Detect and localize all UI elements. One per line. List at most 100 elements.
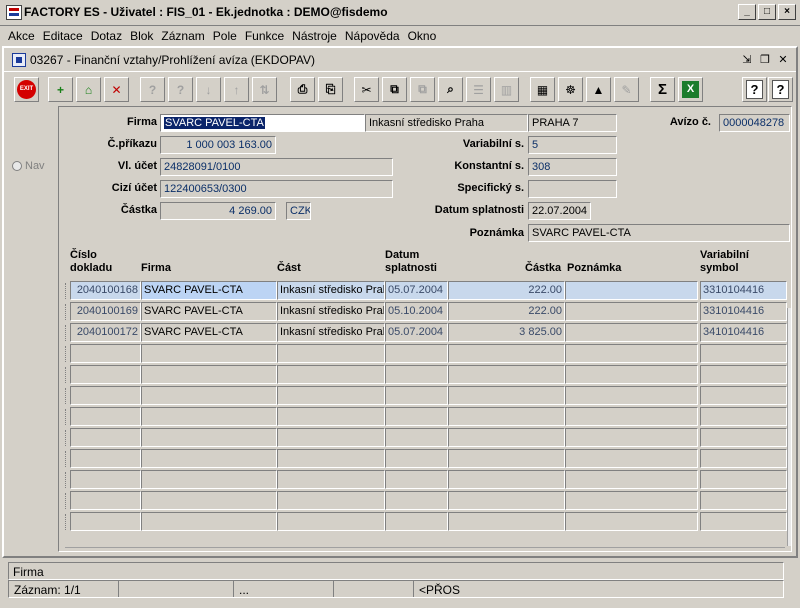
sort-asc-button[interactable]: ↓ — [196, 77, 221, 102]
cell-castka[interactable] — [448, 491, 565, 510]
cell-varsym[interactable]: 3410104416 — [700, 323, 787, 342]
excel-export-button[interactable]: X — [678, 77, 703, 102]
cell-cast[interactable]: Inkasní středisko Prah — [277, 302, 385, 321]
mesto-field[interactable]: PRAHA 7 — [528, 114, 617, 132]
sort-multi-button[interactable]: ⇅ — [252, 77, 277, 102]
cell-varsym[interactable] — [700, 386, 787, 405]
cell-cast[interactable] — [277, 386, 385, 405]
cell-doklad[interactable] — [70, 449, 141, 468]
cell-poznamka[interactable] — [565, 491, 698, 510]
print-preview-button[interactable]: ⎘ — [318, 77, 343, 102]
cell-poznamka[interactable] — [565, 302, 698, 321]
cell-datum[interactable] — [385, 407, 448, 426]
cell-firma[interactable] — [141, 449, 277, 468]
cell-doklad[interactable]: 2040100168 — [70, 281, 141, 300]
sort-desc-button[interactable]: ↑ — [224, 77, 249, 102]
cell-varsym[interactable] — [700, 449, 787, 468]
cell-cast[interactable] — [277, 407, 385, 426]
menu-zaznam[interactable]: Záznam — [157, 26, 208, 46]
cell-datum[interactable] — [385, 386, 448, 405]
cell-varsym[interactable] — [700, 344, 787, 363]
cell-datum[interactable] — [385, 512, 448, 531]
cell-castka[interactable]: 222.00 — [448, 302, 565, 321]
cell-datum[interactable]: 05.07.2004 — [385, 281, 448, 300]
cell-castka[interactable] — [448, 449, 565, 468]
cell-varsym[interactable]: 3310104416 — [700, 302, 787, 321]
cell-datum[interactable] — [385, 491, 448, 510]
cell-poznamka[interactable] — [565, 344, 698, 363]
cell-poznamka[interactable] — [565, 323, 698, 342]
minimize-button[interactable]: _ — [738, 4, 756, 20]
columns-button[interactable]: ▥ — [494, 77, 519, 102]
cell-doklad[interactable] — [70, 386, 141, 405]
cell-varsym[interactable] — [700, 428, 787, 447]
cell-poznamka[interactable] — [565, 281, 698, 300]
query-execute-button[interactable]: ? — [168, 77, 193, 102]
cell-doklad[interactable] — [70, 344, 141, 363]
cell-doklad[interactable]: 2040100169 — [70, 302, 141, 321]
cell-datum[interactable] — [385, 365, 448, 384]
cell-poznamka[interactable] — [565, 512, 698, 531]
save-button[interactable]: ⌂ — [76, 77, 101, 102]
cell-castka[interactable] — [448, 344, 565, 363]
cell-firma[interactable] — [141, 491, 277, 510]
close-button[interactable]: × — [778, 4, 796, 20]
context-help-button[interactable]: ? — [768, 77, 793, 102]
cell-firma[interactable] — [141, 428, 277, 447]
list-button[interactable]: ☰ — [466, 77, 491, 102]
cell-doklad[interactable] — [70, 491, 141, 510]
poznamka-field[interactable]: SVARC PAVEL-CTA — [528, 224, 790, 242]
prikaz-field[interactable]: 1 000 003 163.00 — [160, 136, 276, 154]
mena-field[interactable]: CZK — [286, 202, 311, 220]
cell-datum[interactable] — [385, 344, 448, 363]
sum-button[interactable]: Σ — [650, 77, 675, 102]
menu-nastroje[interactable]: Nástroje — [288, 26, 341, 46]
notes-button[interactable]: ✎ — [614, 77, 639, 102]
nav-radio[interactable] — [12, 161, 22, 171]
cell-varsym[interactable] — [700, 512, 787, 531]
cell-poznamka[interactable] — [565, 428, 698, 447]
cell-castka[interactable] — [448, 428, 565, 447]
menu-blok[interactable]: Blok — [126, 26, 157, 46]
cell-varsym[interactable] — [700, 470, 787, 489]
cell-poznamka[interactable] — [565, 365, 698, 384]
maximize-button[interactable]: □ — [758, 4, 776, 20]
cizi-ucet-field[interactable]: 122400653/0300 — [160, 180, 393, 198]
cell-datum[interactable]: 05.07.2004 — [385, 323, 448, 342]
form-minimize-icon[interactable]: ⇲ — [740, 53, 754, 66]
menu-funkce[interactable]: Funkce — [241, 26, 288, 46]
cell-datum[interactable] — [385, 470, 448, 489]
cell-castka[interactable]: 222.00 — [448, 281, 565, 300]
cell-firma[interactable] — [141, 407, 277, 426]
firma-field[interactable]: SVARC PAVEL-CTA — [160, 114, 365, 132]
cell-cast[interactable] — [277, 470, 385, 489]
query-enter-button[interactable]: ? — [140, 77, 165, 102]
cell-datum[interactable] — [385, 428, 448, 447]
delete-record-button[interactable]: ✕ — [104, 77, 129, 102]
cell-cast[interactable] — [277, 428, 385, 447]
cell-poznamka[interactable] — [565, 407, 698, 426]
specificky-field[interactable] — [528, 180, 617, 198]
help-button[interactable]: ? — [742, 77, 767, 102]
cell-doklad[interactable] — [70, 512, 141, 531]
cell-poznamka[interactable] — [565, 386, 698, 405]
chart-button[interactable]: ▲ — [586, 77, 611, 102]
splatnost-field[interactable]: 22.07.2004 — [528, 202, 591, 220]
cell-firma[interactable]: SVARC PAVEL-CTA — [141, 302, 277, 321]
menu-editace[interactable]: Editace — [39, 26, 87, 46]
konstantni-field[interactable]: 308 — [528, 158, 617, 176]
variabilni-field[interactable]: 5 — [528, 136, 617, 154]
cell-cast[interactable] — [277, 449, 385, 468]
cell-firma[interactable] — [141, 386, 277, 405]
menu-okno[interactable]: Okno — [404, 26, 441, 46]
cell-datum[interactable] — [385, 449, 448, 468]
search-button[interactable]: ⌕ — [438, 77, 463, 102]
cell-cast[interactable] — [277, 365, 385, 384]
cell-cast[interactable] — [277, 344, 385, 363]
castka-field[interactable]: 4 269.00 — [160, 202, 276, 220]
cell-poznamka[interactable] — [565, 470, 698, 489]
cell-cast[interactable]: Inkasní středisko Prah — [277, 323, 385, 342]
calculator-button[interactable]: ▦ — [530, 77, 555, 102]
form-restore-icon[interactable]: ❐ — [758, 53, 772, 66]
cell-doklad[interactable] — [70, 470, 141, 489]
